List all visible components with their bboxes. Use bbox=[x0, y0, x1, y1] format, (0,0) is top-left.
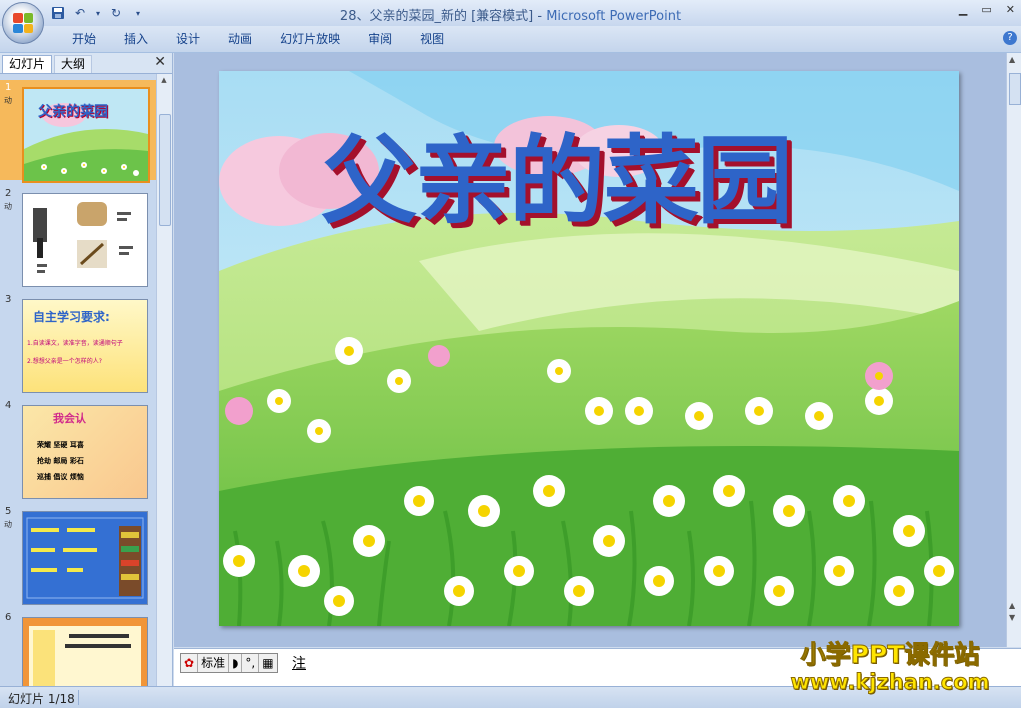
watermark-line-2: www.kjzhan.com bbox=[790, 670, 990, 695]
tab-design[interactable]: 设计 bbox=[162, 31, 214, 47]
thumb-word-row: 荣耀 坚硬 耳喜 bbox=[37, 441, 84, 449]
thumb-title: 我会认 bbox=[53, 412, 86, 425]
slide-title[interactable]: 父亲的菜园 bbox=[321, 121, 793, 241]
slide-counter: 幻灯片 1/18 bbox=[8, 692, 75, 706]
animation-indicator-icon: 动 bbox=[4, 96, 12, 105]
slide-thumbnail-4[interactable]: 4 我会认 荣耀 坚硬 耳喜 抢劫 邮局 彩石 巡捕 倡议 烦恼 bbox=[0, 398, 156, 499]
office-button[interactable] bbox=[2, 2, 44, 44]
ime-mode[interactable]: 标准 bbox=[198, 654, 230, 672]
thumb-number: 4 bbox=[5, 400, 12, 411]
thumb-title: 父亲的菜园 bbox=[38, 104, 108, 120]
next-slide-icon[interactable]: ▼ bbox=[1009, 613, 1015, 622]
thumb-preview bbox=[22, 617, 148, 686]
tab-animation[interactable]: 动画 bbox=[214, 31, 266, 47]
ime-toolbar: ✿ 标准 ◗ °, ▦ bbox=[180, 653, 278, 673]
thumb-preview bbox=[22, 511, 148, 605]
halfwidth-icon[interactable]: ◗ bbox=[229, 654, 243, 672]
animation-indicator-icon: 动 bbox=[4, 520, 12, 529]
slide-thumbnail-5[interactable]: 5 动 bbox=[0, 504, 156, 605]
current-slide[interactable]: 父亲的菜园 bbox=[219, 71, 959, 626]
help-icon[interactable]: ? bbox=[1003, 31, 1017, 45]
thumb-preview bbox=[22, 193, 148, 287]
document-title: 28、父亲的菜园_新的 [兼容模式] - bbox=[339, 9, 547, 24]
thumb-word-row: 抢劫 邮局 彩石 bbox=[37, 457, 84, 465]
previous-slide-icon[interactable]: ▲ bbox=[1009, 601, 1015, 610]
slide-thumbnail-2[interactable]: 2 动 bbox=[0, 186, 156, 287]
thumb-number: 3 bbox=[5, 294, 12, 305]
tab-insert[interactable]: 插入 bbox=[110, 31, 162, 47]
close-pane-icon[interactable]: ✕ bbox=[154, 54, 166, 70]
thumb-number: 5 bbox=[5, 506, 12, 517]
slide-thumbnail-1[interactable]: 1 动 父亲的菜园 bbox=[0, 80, 156, 183]
slide-thumbnail-6[interactable]: 6 bbox=[0, 610, 156, 686]
scroll-up-icon[interactable]: ▲ bbox=[1009, 55, 1015, 64]
ime-logo-icon[interactable]: ✿ bbox=[181, 654, 199, 672]
soft-keyboard-icon[interactable]: ▦ bbox=[259, 654, 276, 672]
thumb-line: 2.想想父亲是一个怎样的人? bbox=[27, 358, 102, 365]
thumb-line: 1.自读课文，读准字音，读通顺句子 bbox=[27, 340, 123, 347]
notes-text[interactable]: 注 bbox=[292, 653, 306, 673]
scrollbar-thumb[interactable] bbox=[1009, 73, 1021, 105]
slides-pane: 幻灯片 大纲 ✕ 1 动 父亲的菜园 2 动 3 自主学习要求: 1.自读课文，… bbox=[0, 53, 173, 686]
pane-tabs: 幻灯片 大纲 ✕ bbox=[0, 53, 172, 74]
window-controls: ▁ ▭ ✕ bbox=[959, 3, 1015, 16]
tab-outline[interactable]: 大纲 bbox=[54, 55, 93, 73]
minimize-icon[interactable]: ▁ bbox=[959, 3, 967, 16]
close-icon[interactable]: ✕ bbox=[1006, 3, 1015, 16]
thumbnail-scrollbar[interactable]: ▲ bbox=[156, 74, 172, 686]
slide-editing-area: 父亲的菜园 bbox=[174, 53, 1006, 647]
slide-scrollbar[interactable]: ▲ ▲ ▼ bbox=[1006, 53, 1021, 647]
title-bar: ↶ ▾ ↻ ▾ 28、父亲的菜园_新的 [兼容模式] - Microsoft P… bbox=[0, 0, 1021, 26]
thumb-preview: 自主学习要求: 1.自读课文，读准字音，读通顺句子 2.想想父亲是一个怎样的人? bbox=[22, 299, 148, 393]
ribbon-tabs: 开始 插入 设计 动画 幻灯片放映 审阅 视图 ? bbox=[0, 26, 1021, 53]
tab-slides[interactable]: 幻灯片 bbox=[2, 55, 53, 73]
slide-thumbnail-3[interactable]: 3 自主学习要求: 1.自读课文，读准字音，读通顺句子 2.想想父亲是一个怎样的… bbox=[0, 292, 156, 393]
thumbnail-list: 1 动 父亲的菜园 2 动 3 自主学习要求: 1.自读课文，读准字音，读通顺句… bbox=[0, 74, 156, 686]
restore-icon[interactable]: ▭ bbox=[981, 3, 991, 16]
tab-home[interactable]: 开始 bbox=[58, 31, 110, 47]
scroll-up-icon[interactable]: ▲ bbox=[159, 76, 169, 86]
app-name: Microsoft PowerPoint bbox=[546, 9, 682, 24]
thumb-number: 2 bbox=[5, 188, 12, 199]
tab-review[interactable]: 审阅 bbox=[354, 31, 406, 47]
tab-view[interactable]: 视图 bbox=[406, 31, 458, 47]
thumb-number: 1 bbox=[5, 82, 12, 93]
window-title: 28、父亲的菜园_新的 [兼容模式] - Microsoft PowerPoin… bbox=[0, 5, 1021, 24]
punctuation-icon[interactable]: °, bbox=[242, 654, 260, 672]
thumb-word-row: 巡捕 倡议 烦恼 bbox=[37, 473, 84, 481]
thumb-title: 自主学习要求: bbox=[33, 310, 110, 324]
ribbon-tab-list: 开始 插入 设计 动画 幻灯片放映 审阅 视图 bbox=[58, 31, 458, 47]
watermark-line-1: 小学PPT课件站 bbox=[800, 640, 980, 670]
thumb-preview: 我会认 荣耀 坚硬 耳喜 抢劫 邮局 彩石 巡捕 倡议 烦恼 bbox=[22, 405, 148, 499]
scrollbar-thumb[interactable] bbox=[159, 114, 171, 226]
site-watermark: 小学PPT课件站 www.kjzhan.com bbox=[770, 640, 1010, 695]
animation-indicator-icon: 动 bbox=[4, 202, 12, 211]
status-divider bbox=[78, 690, 79, 705]
tab-slideshow[interactable]: 幻灯片放映 bbox=[266, 31, 354, 47]
office-logo-icon bbox=[13, 13, 33, 33]
thumb-preview: 父亲的菜园 bbox=[22, 87, 150, 183]
thumb-number: 6 bbox=[5, 612, 12, 623]
